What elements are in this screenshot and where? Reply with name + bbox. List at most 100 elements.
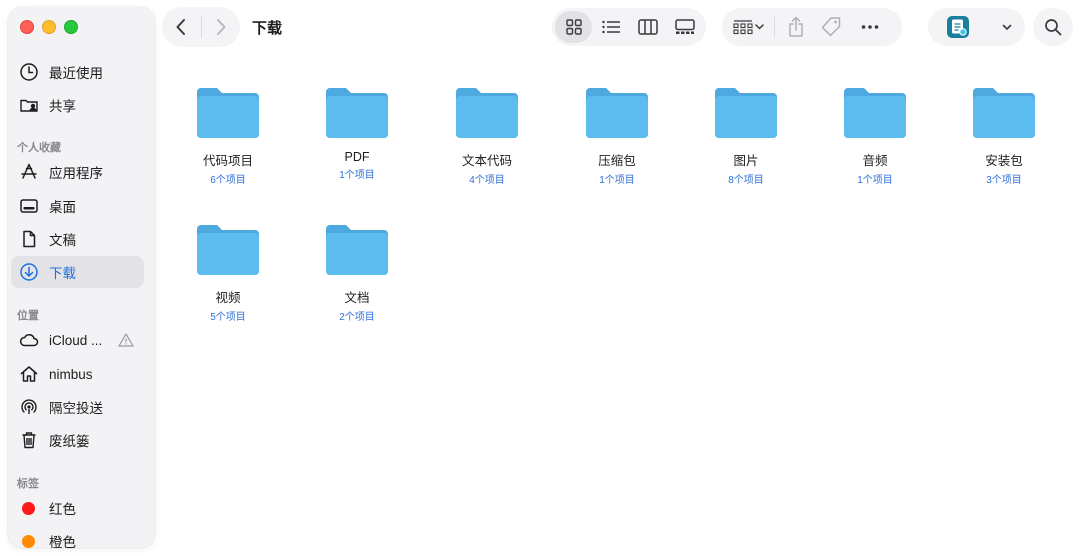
document-icon (19, 229, 39, 249)
sidebar-item-label: 橙色 (49, 535, 76, 550)
sidebar-item-label: nimbus (49, 366, 93, 382)
red-tag-dot-icon (22, 501, 35, 515)
folder-icon (197, 88, 259, 138)
icon-grid-icon (565, 19, 582, 35)
share-button[interactable] (781, 11, 811, 43)
sidebar-item-trash[interactable]: 废纸篓 (11, 424, 144, 456)
sidebar-item-label: 红色 (49, 502, 76, 517)
folder-item[interactable]: 音频 1个项目 (811, 78, 939, 198)
shared-folder-icon (19, 95, 39, 115)
folder-item-count: 4个项目 (469, 175, 505, 186)
tags-header: 标签 (17, 478, 39, 490)
sidebar-item-label: 应用程序 (49, 166, 103, 181)
group-by-button[interactable] (728, 11, 768, 43)
cloud-icon (19, 330, 39, 350)
sidebar-item-tag-orange[interactable]: 橙色 (11, 525, 144, 556)
folder-item[interactable]: 图片 8个项目 (682, 78, 810, 198)
window-controls (20, 20, 78, 34)
tag-button[interactable] (811, 11, 851, 43)
action-toolbar (722, 8, 902, 46)
folder-item[interactable]: 压缩包 1个项目 (553, 78, 681, 198)
desktop-icon (19, 196, 39, 216)
ellipsis-icon (861, 25, 879, 29)
columns-icon (637, 19, 658, 35)
folder-item-count: 8个项目 (728, 175, 764, 186)
folder-item-count: 2个项目 (339, 312, 375, 323)
zoom-window-button[interactable] (64, 20, 78, 34)
sidebar-item-icloud[interactable]: iCloud ... (11, 324, 144, 356)
icon-view-button[interactable] (555, 11, 592, 43)
sidebar-item-downloads[interactable]: 下载 (11, 256, 144, 288)
sidebar-item-tag-red[interactable]: 红色 (11, 492, 144, 524)
folder-item[interactable]: 安装包 3个项目 (940, 78, 1068, 198)
folder-item[interactable]: 文档 2个项目 (293, 215, 421, 335)
sidebar-item-label: iCloud ... (49, 332, 103, 348)
applications-icon (19, 162, 39, 182)
sidebar-item-shared[interactable]: 共享 (11, 89, 144, 121)
sidebar-item-documents[interactable]: 文稿 (11, 223, 144, 255)
favorites-header: 个人收藏 (17, 142, 61, 154)
sidebar-item-home[interactable]: nimbus (11, 358, 144, 390)
chevron-down-icon (754, 24, 764, 30)
sidebar-item-label: 文稿 (49, 233, 76, 248)
sidebar-item-airdrop[interactable]: 隔空投送 (11, 391, 144, 423)
sidebar-item-recents[interactable]: 最近使用 (11, 56, 144, 88)
close-window-button[interactable] (20, 20, 34, 34)
download-icon (19, 262, 39, 282)
folder-item-count: 5个项目 (210, 312, 246, 323)
sidebar-item-label: 下载 (49, 266, 76, 281)
open-with-control[interactable] (928, 8, 1025, 46)
folder-name: PDF (344, 150, 370, 164)
clock-icon (19, 62, 39, 82)
folder-item-count: 1个项目 (339, 170, 375, 181)
folder-name: 文本代码 (461, 154, 512, 168)
trash-icon (19, 430, 39, 450)
share-icon (789, 16, 803, 37)
app-launcher-icon (928, 15, 988, 39)
folder-icon (973, 88, 1035, 138)
group-grid-icon (732, 20, 753, 35)
folder-name: 音频 (862, 154, 888, 168)
tag-icon (821, 17, 841, 37)
back-button[interactable] (162, 7, 201, 47)
sidebar-item-desktop[interactable]: 桌面 (11, 190, 144, 222)
folder-name: 压缩包 (598, 154, 636, 168)
home-icon (19, 364, 39, 384)
warning-icon[interactable] (118, 332, 134, 348)
folder-name: 安装包 (985, 154, 1023, 168)
search-button[interactable] (1033, 8, 1073, 46)
folder-item-count: 1个项目 (857, 175, 893, 186)
folder-icon (844, 88, 906, 138)
folder-item[interactable]: PDF 1个项目 (293, 78, 421, 198)
sidebar-item-label: 共享 (49, 99, 76, 114)
orange-tag-dot-icon (22, 534, 35, 548)
folder-icon (456, 88, 518, 138)
folder-item[interactable]: 文本代码 4个项目 (423, 78, 551, 198)
folder-name: 文档 (344, 291, 370, 305)
gallery-view-button[interactable] (666, 11, 703, 43)
folder-icon (197, 225, 259, 275)
folder-item[interactable]: 视频 5个项目 (164, 215, 292, 335)
sidebar-item-applications[interactable]: 应用程序 (11, 156, 144, 188)
list-icon (601, 20, 620, 34)
airdrop-icon (19, 397, 39, 417)
search-icon (1045, 19, 1062, 36)
locations-header: 位置 (17, 310, 39, 322)
list-view-button[interactable] (592, 11, 629, 43)
navigation-controls (162, 7, 240, 47)
column-view-button[interactable] (629, 11, 666, 43)
folder-name: 视频 (215, 291, 241, 305)
folder-item-count: 6个项目 (210, 175, 246, 186)
more-actions-button[interactable] (851, 11, 889, 43)
window-title: 下载 (252, 20, 283, 37)
folder-icon (715, 88, 777, 138)
sidebar-item-label: 桌面 (49, 200, 76, 215)
folder-item[interactable]: 代码项目 6个项目 (164, 78, 292, 198)
minimize-window-button[interactable] (42, 20, 56, 34)
forward-button[interactable] (201, 7, 240, 47)
folder-icon (326, 88, 388, 138)
folder-item-count: 3个项目 (986, 175, 1022, 186)
view-mode-switcher (552, 8, 706, 46)
folder-item-count: 1个项目 (599, 175, 635, 186)
sidebar-item-label: 最近使用 (49, 66, 103, 81)
